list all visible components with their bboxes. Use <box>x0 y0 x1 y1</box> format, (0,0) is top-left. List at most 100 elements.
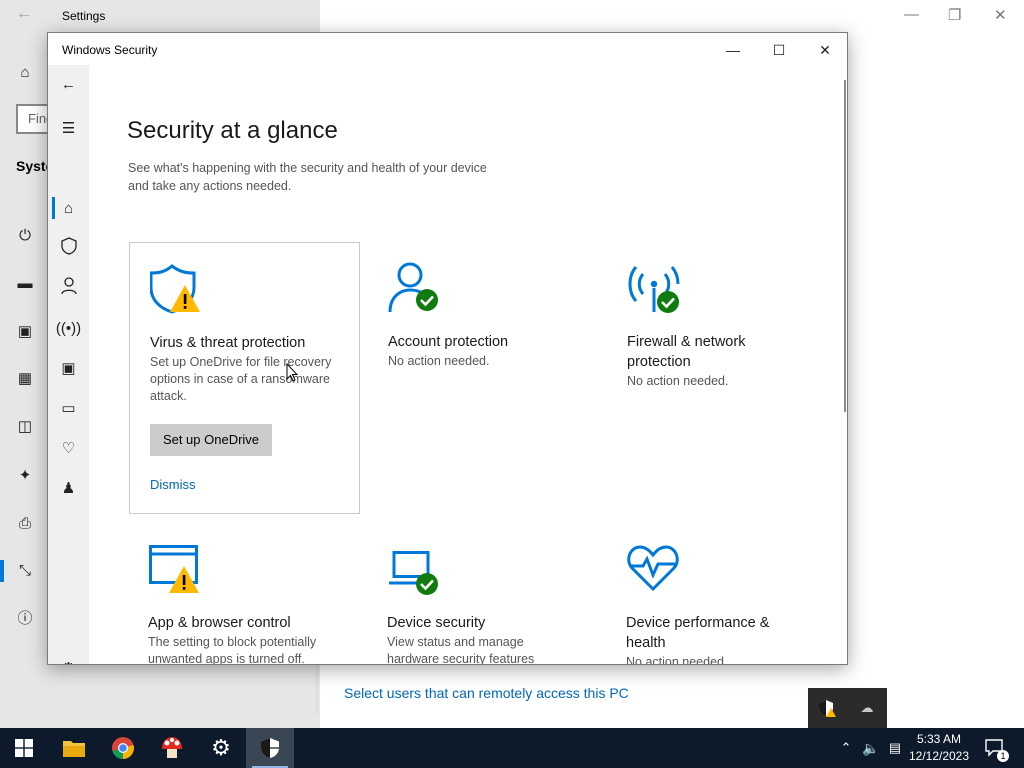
laptop-icon[interactable]: ▭ <box>48 397 89 421</box>
windows-security-app-button[interactable] <box>246 728 294 768</box>
clipboard-icon[interactable]: ⎙ <box>14 513 36 535</box>
settings-title: Settings <box>62 9 106 23</box>
account-protection-card[interactable]: Account protection No action needed. <box>368 242 599 514</box>
hamburger-menu-icon[interactable]: ☰ <box>48 117 89 141</box>
tray-overflow-flyout: ☁ <box>808 688 887 728</box>
multitasking-icon[interactable]: ▦ <box>14 368 36 390</box>
home-icon[interactable]: ⌂ <box>48 197 89 221</box>
notification-count-badge: 1 <box>997 750 1009 762</box>
gear-icon: ⚙ <box>211 735 231 760</box>
nav-rail: ← ☰ ⌂ ((•)) ▣ ▭ ♡ ♟ ⚙ <box>48 65 89 664</box>
family-icon[interactable]: ♟ <box>48 477 89 501</box>
card-title: Firewall & network protection <box>627 332 745 372</box>
network-icon[interactable]: ▤ <box>884 728 906 768</box>
heart-pulse-icon[interactable]: ♡ <box>48 437 89 461</box>
windows-logo-icon <box>15 739 33 757</box>
set-up-onedrive-button[interactable]: Set up OneDrive <box>150 424 272 456</box>
windows-security-window: Windows Security — ☐ ✕ ← ☰ ⌂ ((•)) ▣ ▭ ♡… <box>47 32 848 665</box>
card-description-line: options in case of a ransomware <box>150 372 330 386</box>
card-description: Set up OneDrive for file recovery option… <box>150 354 331 405</box>
start-button[interactable] <box>0 728 48 768</box>
home-icon[interactable]: ⌂ <box>14 62 36 84</box>
projecting-icon[interactable]: ◫ <box>14 416 36 438</box>
person-icon[interactable] <box>48 277 89 301</box>
card-description: View status and manage hardware security… <box>387 634 535 665</box>
device-security-card[interactable]: Device security View status and manage h… <box>368 523 599 665</box>
device-performance-health-card[interactable]: Device performance & health No action ne… <box>607 523 838 665</box>
card-description-line: Set up OneDrive for file recovery <box>150 355 332 369</box>
about-icon[interactable]: ⓘ <box>14 608 36 630</box>
volume-icon[interactable]: 🔈 <box>860 728 882 768</box>
shared-experiences-icon[interactable]: ✦ <box>14 465 36 487</box>
card-title: Device security <box>387 615 486 631</box>
app-browser-control-card[interactable]: App & browser control The setting to blo… <box>129 523 360 664</box>
wireless-icon[interactable]: ((•)) <box>48 317 89 341</box>
minimize-button[interactable]: — <box>710 37 756 63</box>
wireless-check-icon <box>628 266 680 313</box>
close-button[interactable]: ✕ <box>802 37 847 63</box>
folder-icon <box>63 741 85 757</box>
mushroom-app-button[interactable] <box>148 728 196 768</box>
card-title: Virus & threat protection <box>150 335 306 351</box>
scrollbar[interactable] <box>844 80 846 412</box>
person-check-icon <box>388 262 438 313</box>
page-subtitle-line: and take any actions needed. <box>128 179 292 193</box>
card-description: No action needed. <box>388 354 490 368</box>
laptop-check-icon <box>389 551 438 595</box>
card-title-line: health <box>626 635 666 651</box>
gear-icon[interactable]: ⚙ <box>48 657 89 664</box>
taskbar: ⚙ ⌃ 🔈 ▤ 5:33 AM 12/12/2023 1 <box>0 728 1024 768</box>
heart-pulse-icon <box>627 545 679 591</box>
card-title: App & browser control <box>148 615 291 631</box>
security-warning-tray-icon[interactable] <box>818 699 836 717</box>
browser-warning-icon <box>149 545 199 593</box>
show-hidden-icons-chevron-icon[interactable]: ⌃ <box>836 728 856 768</box>
settings-app-button[interactable]: ⚙ <box>197 728 245 768</box>
clock[interactable]: 5:33 AM 12/12/2023 <box>906 731 972 765</box>
action-center-button[interactable]: 1 <box>980 728 1010 768</box>
page-subtitle: See what's happening with the security a… <box>128 159 528 195</box>
person-glyph <box>60 277 77 295</box>
file-explorer-button[interactable] <box>50 728 98 768</box>
clock-date: 12/12/2023 <box>908 749 970 763</box>
shield-icon <box>261 738 279 758</box>
dismiss-link[interactable]: Dismiss <box>150 477 196 492</box>
card-description: The setting to block potentially unwante… <box>148 634 317 664</box>
power-icon[interactable]: ⏻ <box>14 225 36 247</box>
firewall-network-protection-card[interactable]: Firewall & network protection No action … <box>607 242 838 514</box>
chrome-icon <box>112 737 134 759</box>
chrome-button[interactable] <box>99 728 147 768</box>
maximize-button[interactable]: ☐ <box>756 37 802 63</box>
card-title-line: Device performance & <box>626 615 770 631</box>
mushroom-icon <box>162 737 182 758</box>
card-description-line: hardware security features <box>387 652 535 665</box>
card-title-line: Firewall & network <box>627 334 746 350</box>
settings-restore-icon[interactable]: ❐ <box>948 6 961 24</box>
onedrive-offline-icon[interactable]: ☁ <box>856 698 878 718</box>
tablet-icon[interactable]: ▣ <box>14 321 36 343</box>
titlebar: Windows Security — ☐ ✕ <box>48 33 847 65</box>
card-description-line: attack. <box>150 389 187 403</box>
remote-desktop-icon[interactable]: ⤡ <box>14 560 36 582</box>
settings-back-icon[interactable]: ← <box>16 5 32 23</box>
settings-minimize-icon[interactable]: — <box>904 6 919 23</box>
back-arrow-icon[interactable]: ← <box>48 73 89 97</box>
settings-close-icon[interactable]: ✕ <box>994 6 1007 24</box>
page-title: Security at a glance <box>127 117 338 144</box>
card-title: Device performance & health <box>626 613 769 653</box>
remote-users-link[interactable]: Select users that can remotely access th… <box>344 685 629 701</box>
shield-glyph <box>60 237 77 255</box>
shield-icon[interactable] <box>48 237 89 261</box>
card-title-line: protection <box>627 354 691 370</box>
card-description-line: The setting to block potentially <box>148 635 317 649</box>
card-title: Account protection <box>388 334 509 350</box>
shield-warning-icon <box>150 264 200 314</box>
card-description: No action needed. <box>627 374 729 388</box>
card-description-line: View status and manage <box>387 635 524 649</box>
card-description: No action needed. <box>626 655 728 665</box>
browser-window-icon[interactable]: ▣ <box>48 357 89 381</box>
battery-icon[interactable]: ▬ <box>14 273 36 295</box>
page-subtitle-line: See what's happening with the security a… <box>128 161 487 175</box>
mouse-cursor-icon <box>286 363 298 382</box>
virus-threat-protection-card[interactable]: Virus & threat protection Set up OneDriv… <box>129 242 360 514</box>
